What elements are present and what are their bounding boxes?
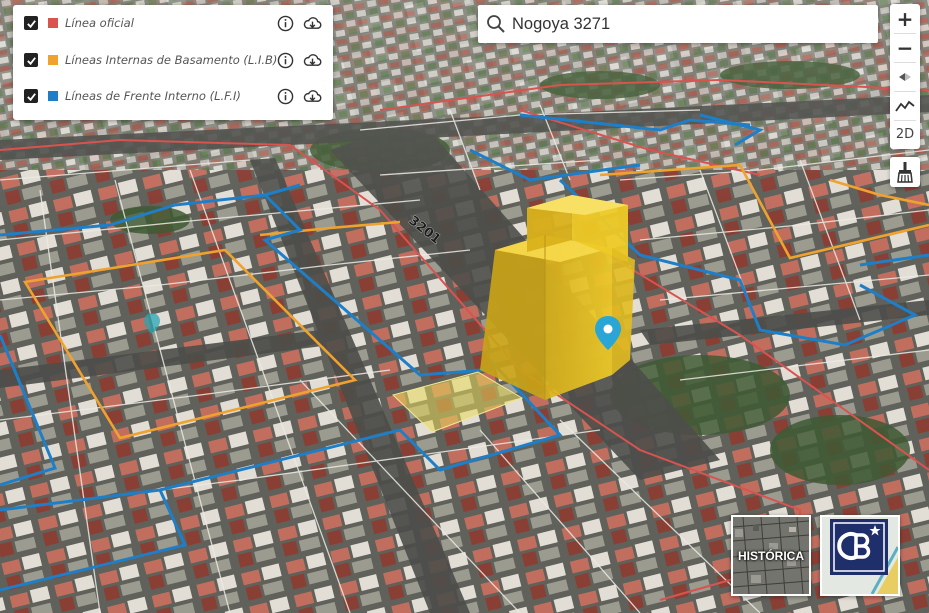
clear-drawings-button[interactable] bbox=[890, 157, 920, 187]
layer-row-lfi[interactable]: Líneas de Frente Interno (L.F.I) bbox=[13, 78, 333, 114]
layer-checkbox-lib[interactable] bbox=[24, 53, 38, 67]
compass-button[interactable] bbox=[890, 62, 920, 91]
map-controls: + − 2D bbox=[890, 4, 920, 149]
cloud-download-icon[interactable] bbox=[303, 52, 322, 69]
layers-panel: Línea oficial Líneas Internas de Basamen… bbox=[13, 5, 333, 120]
historical-imagery-thumbnail[interactable]: HISTÓRICA bbox=[731, 515, 811, 596]
swatch-lfi bbox=[48, 91, 58, 101]
layer-label-lfi: Líneas de Frente Interno (L.F.I) bbox=[65, 89, 241, 103]
layer-label-linea-oficial: Línea oficial bbox=[65, 16, 134, 30]
zoom-out-button[interactable]: − bbox=[890, 33, 920, 62]
toggle-2d-button[interactable]: 2D bbox=[890, 120, 920, 149]
zoom-in-button[interactable]: + bbox=[890, 4, 920, 33]
search-icon[interactable] bbox=[486, 14, 506, 34]
search-input[interactable] bbox=[512, 5, 872, 43]
cloud-download-icon[interactable] bbox=[303, 88, 322, 105]
layer-checkbox-lfi[interactable] bbox=[24, 89, 38, 103]
info-icon[interactable] bbox=[277, 52, 294, 69]
info-icon[interactable] bbox=[277, 88, 294, 105]
layer-checkbox-linea-oficial[interactable] bbox=[24, 16, 38, 30]
line-chart-icon bbox=[895, 100, 915, 112]
layer-label-lib: Líneas Internas de Basamento (L.I.B) bbox=[65, 53, 278, 67]
compass-icon bbox=[899, 72, 911, 81]
swatch-lib bbox=[48, 55, 58, 65]
elevation-profile-button[interactable] bbox=[890, 91, 920, 120]
info-icon[interactable] bbox=[277, 15, 294, 32]
brand-logo-thumbnail[interactable] bbox=[820, 515, 900, 596]
cloud-download-icon[interactable] bbox=[303, 15, 322, 32]
broom-icon bbox=[897, 162, 913, 183]
layer-row-lib[interactable]: Líneas Internas de Basamento (L.I.B) bbox=[13, 42, 333, 78]
swatch-linea-oficial bbox=[48, 18, 58, 28]
historica-label: HISTÓRICA bbox=[738, 549, 804, 563]
search-bar[interactable] bbox=[478, 5, 878, 43]
layer-row-linea-oficial[interactable]: Línea oficial bbox=[13, 5, 333, 41]
coldwell-banker-logo bbox=[822, 517, 898, 594]
